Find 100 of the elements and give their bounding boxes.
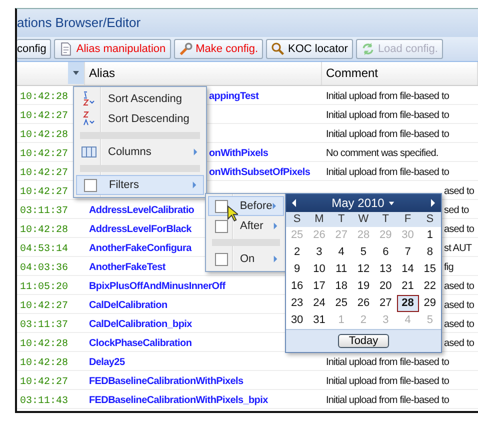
- menu-item[interactable]: Filters: [76, 175, 204, 195]
- comment-cell-text: ased to: [444, 280, 474, 294]
- menu-item[interactable]: Sort Descending: [76, 109, 204, 129]
- calendar-day[interactable]: 20: [374, 278, 397, 295]
- alias-link[interactable]: onWithPixels: [209, 145, 268, 163]
- calendar-day[interactable]: 13: [374, 261, 397, 278]
- time-cell-text: 03:11:37: [19, 320, 68, 331]
- toolbar-button[interactable]: Make config.: [174, 39, 264, 59]
- comment-cell-text: ased to: [444, 299, 474, 313]
- calendar-day[interactable]: 12: [352, 261, 375, 278]
- calendar-day[interactable]: 11: [330, 261, 352, 278]
- time-cell-text: 10:42:27: [19, 149, 68, 160]
- calendar-day[interactable]: 22: [418, 278, 441, 295]
- calendar-day[interactable]: 14: [396, 261, 419, 278]
- alias-link[interactable]: AnotherFakeTest: [89, 259, 166, 277]
- alias-link[interactable]: ClockPhaseCalibration: [89, 335, 192, 353]
- dropdown-caret-icon: [388, 200, 396, 206]
- alias-link[interactable]: CalDelCalibration: [89, 297, 168, 315]
- calendar-day[interactable]: 25: [330, 295, 352, 312]
- submenu-arrow-icon: [272, 202, 277, 210]
- sort-descending-icon: [81, 111, 97, 127]
- checkbox[interactable]: [214, 220, 228, 232]
- comment-cell-text: fig: [444, 261, 454, 275]
- submenu-arrow-icon: [192, 181, 197, 189]
- refresh-icon: [360, 42, 375, 56]
- weekday-label: F: [403, 212, 412, 227]
- calendar-day[interactable]: 27: [374, 295, 397, 312]
- calendar-day[interactable]: 16: [286, 278, 308, 295]
- weekday-label: T: [381, 212, 390, 227]
- calendar-day[interactable]: 19: [352, 278, 375, 295]
- calendar-day[interactable]: 23: [286, 295, 308, 312]
- calendar-day[interactable]: 31: [308, 312, 330, 329]
- alias-link[interactable]: AddressLevelCalibratio: [89, 202, 194, 220]
- today-button[interactable]: Today: [338, 334, 390, 348]
- calendar-day[interactable]: 15: [418, 261, 441, 278]
- column-header[interactable]: Alias: [85, 62, 322, 85]
- calendar-day[interactable]: 7: [396, 244, 419, 261]
- checkbox[interactable]: [214, 200, 228, 212]
- alias-link[interactable]: BpixPlusOffAndMinusInnerOff: [89, 278, 226, 296]
- alias-link[interactable]: AnotherFakeConfigura: [89, 240, 192, 258]
- calendar-day[interactable]: 18: [330, 278, 352, 295]
- submenu-arrow-icon: [193, 148, 198, 156]
- time-cell-text: 10:42:28: [19, 130, 68, 141]
- toolbar-button[interactable]: config: [17, 39, 52, 59]
- menu-item[interactable]: Before: [208, 196, 284, 216]
- time-cell-text: 10:42:28: [19, 92, 68, 103]
- calendar-day[interactable]: 10: [308, 261, 330, 278]
- toolbar-button[interactable]: Alias manipulation: [54, 39, 171, 59]
- calendar-day[interactable]: 3: [308, 244, 330, 261]
- menu-item[interactable]: On: [208, 249, 284, 269]
- menu-item[interactable]: After: [208, 216, 284, 236]
- weekday-label: M: [314, 212, 325, 227]
- checkbox[interactable]: [214, 252, 228, 266]
- comment-cell-text: sed to: [444, 204, 469, 218]
- alias-link[interactable]: FEDBaselineCalibrationWithPixels_bpix: [89, 392, 268, 410]
- calendar-day[interactable]: 4: [330, 244, 352, 261]
- time-cell-text: 03:11:37: [19, 206, 68, 217]
- time-cell-text: 10:42:27: [19, 111, 68, 122]
- menu-item[interactable]: Sort Ascending: [76, 89, 204, 109]
- calendar-day[interactable]: 30: [286, 312, 308, 329]
- checkbox[interactable]: [84, 178, 96, 192]
- wrench-icon: [178, 42, 193, 56]
- alias-link[interactable]: FEDBaselineCalibrationWithPixels: [89, 373, 244, 391]
- calendar-day[interactable]: 17: [308, 278, 330, 295]
- calendar-day[interactable]: 28: [396, 295, 419, 312]
- previous-month-icon[interactable]: [290, 199, 298, 207]
- alias-link[interactable]: CalDelCalibration_bpix: [89, 316, 192, 334]
- time-cell-text: 04:03:36: [19, 263, 68, 274]
- alias-link[interactable]: AddressLevelForBlack: [89, 221, 192, 239]
- comment-cell-text: No comment was specified.: [326, 147, 438, 161]
- column-menu-trigger[interactable]: [68, 62, 84, 84]
- window-title: ations Browser/Editor: [17, 9, 478, 37]
- dropdown-caret-icon: [72, 69, 80, 77]
- comment-cell-text: st AUT: [444, 242, 472, 256]
- search-icon: [271, 42, 286, 56]
- alias-link[interactable]: onWithSubsetOfPixels: [209, 164, 310, 182]
- calendar-day[interactable]: 9: [286, 261, 308, 278]
- menu-item[interactable]: Columns: [76, 142, 204, 162]
- calendar-day[interactable]: 26: [352, 295, 375, 312]
- calendar-day[interactable]: 5: [352, 244, 375, 261]
- weekday-label: W: [357, 212, 370, 227]
- alias-link[interactable]: appingTest: [209, 88, 259, 106]
- calendar-day[interactable]: 21: [396, 278, 419, 295]
- alias-link[interactable]: Delay25: [89, 354, 125, 372]
- calendar-day[interactable]: 8: [418, 244, 441, 261]
- mouse-pointer-icon: [227, 205, 238, 222]
- next-month-icon[interactable]: [428, 199, 437, 207]
- calendar-day[interactable]: 2: [286, 244, 308, 261]
- time-cell-text: 11:05:20: [19, 282, 68, 293]
- toolbar-button[interactable]: KOC locator: [266, 39, 353, 59]
- calendar-day[interactable]: 24: [308, 295, 330, 312]
- calendar-day[interactable]: 1: [418, 227, 441, 244]
- calendar-day[interactable]: 29: [418, 295, 441, 312]
- calendar-day[interactable]: 6: [374, 244, 397, 261]
- time-cell-text: 10:42:27: [19, 168, 68, 179]
- time-cell-text: 10:42:28: [19, 339, 68, 350]
- time-cell-text: 10:42:27: [19, 301, 68, 312]
- comment-cell-text: ased to: [444, 337, 474, 351]
- comment-cell-text: Initial upload from file-based to: [326, 128, 449, 142]
- column-header[interactable]: Comment: [322, 62, 478, 85]
